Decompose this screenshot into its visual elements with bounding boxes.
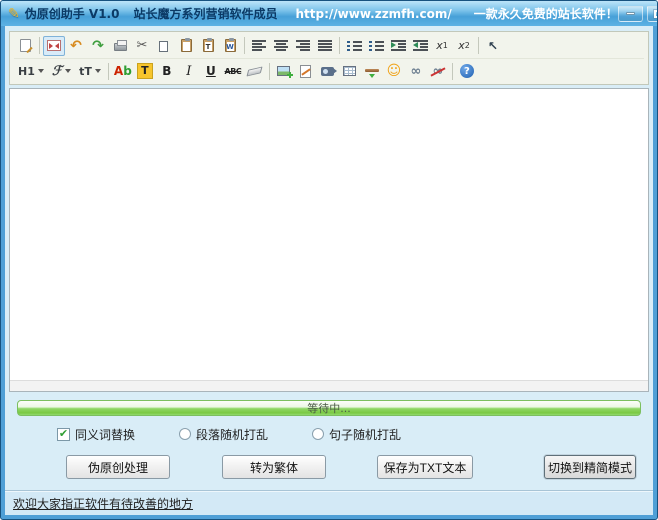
insert-image-icon[interactable] — [273, 61, 295, 81]
radio-unselected-icon — [179, 428, 191, 440]
toolbar-separator — [39, 37, 40, 54]
editor-area[interactable] — [9, 88, 649, 392]
app-url: http://www.zzmfh.com/ — [295, 7, 451, 21]
synonym-replace-checkbox[interactable]: ✔ 同义词替换 — [57, 426, 135, 443]
to-traditional-button[interactable]: 转为繁体 — [222, 455, 326, 479]
redo-icon[interactable]: ↷ — [87, 36, 109, 56]
insert-media-icon[interactable] — [317, 61, 339, 81]
page-shape — [20, 39, 31, 52]
checkbox-checked-icon: ✔ — [57, 428, 70, 441]
toolbar-separator — [244, 37, 245, 54]
copy-icon[interactable] — [153, 36, 175, 56]
toolbar-separator — [108, 63, 109, 80]
indent-icon[interactable] — [387, 36, 409, 56]
insert-link-icon[interactable]: ∞ — [405, 61, 427, 81]
insert-hr-icon[interactable] — [361, 61, 383, 81]
sentence-shuffle-label: 句子随机打乱 — [329, 426, 401, 443]
save-txt-button[interactable]: 保存为TXT文本 — [377, 455, 473, 479]
client-area: ↶ ↷ ✂ T W x1 x2 ↖ — [5, 26, 653, 515]
options-row: ✔ 同义词替换 段落随机打乱 句子随机打乱 — [9, 422, 649, 446]
toolbar-row-1: ↶ ↷ ✂ T W x1 x2 ↖ — [14, 33, 644, 58]
print-icon[interactable] — [109, 36, 131, 56]
progress-status-text: 等待中... — [307, 400, 351, 416]
undo-icon[interactable]: ↶ — [65, 36, 87, 56]
toolbar-separator — [339, 37, 340, 54]
align-center-icon[interactable] — [270, 36, 292, 56]
toolbar-separator — [478, 37, 479, 54]
insert-flash-icon[interactable] — [295, 61, 317, 81]
paste-as-text-icon[interactable]: T — [197, 36, 219, 56]
app-window: ✎ 伪原创助手 V1.0 站长魔方系列营销软件成员 http://www.zzm… — [0, 0, 658, 520]
paragraph-shuffle-radio[interactable]: 段落随机打乱 — [179, 426, 268, 443]
select-cursor-icon[interactable]: ↖ — [482, 36, 504, 56]
paragraph-shuffle-label: 段落随机打乱 — [196, 426, 268, 443]
window-controls: × — [618, 6, 658, 22]
app-title: 伪原创助手 V1.0 — [25, 5, 120, 22]
pencil-app-icon: ✎ — [8, 6, 20, 22]
font-family-dropdown[interactable]: ℱ — [48, 61, 75, 81]
superscript-icon[interactable]: x2 — [453, 36, 475, 56]
crop-marks-toggle-icon[interactable] — [43, 36, 65, 56]
app-slogan: 一款永久免费的站长软件！ — [474, 5, 618, 22]
bold-icon[interactable]: B — [156, 61, 178, 81]
unordered-list-icon[interactable] — [365, 36, 387, 56]
font-color-icon[interactable]: Ab — [112, 61, 134, 81]
chevron-down-icon — [65, 69, 71, 73]
new-document-icon[interactable] — [14, 36, 36, 56]
remove-format-icon[interactable] — [244, 61, 266, 81]
action-buttons-row: 伪原创处理 转为繁体 保存为TXT文本 切换到精简模式 — [9, 452, 649, 482]
maximize-button[interactable] — [647, 6, 658, 22]
italic-icon[interactable]: I — [178, 61, 200, 81]
process-button[interactable]: 伪原创处理 — [66, 455, 170, 479]
outdent-icon[interactable] — [409, 36, 431, 56]
ordered-list-icon[interactable] — [343, 36, 365, 56]
toolbar-separator — [452, 63, 453, 80]
titlebar: ✎ 伪原创助手 V1.0 站长魔方系列营销软件成员 http://www.zzm… — [1, 1, 657, 26]
strikethrough-icon[interactable]: ABC — [222, 61, 244, 81]
sentence-shuffle-radio[interactable]: 句子随机打乱 — [312, 426, 401, 443]
chevron-down-icon — [95, 69, 101, 73]
emoticon-icon[interactable]: ☺ — [383, 61, 405, 81]
synonym-replace-label: 同义词替换 — [75, 426, 135, 443]
font-size-dropdown[interactable]: tT — [75, 61, 105, 81]
remove-link-icon[interactable]: ∞ — [427, 61, 449, 81]
subscript-icon[interactable]: x1 — [431, 36, 453, 56]
align-left-icon[interactable] — [248, 36, 270, 56]
toolbar-separator — [269, 63, 270, 80]
help-icon[interactable]: ? — [456, 61, 478, 81]
chevron-down-icon — [38, 69, 44, 73]
insert-table-icon[interactable] — [339, 61, 361, 81]
radio-unselected-icon — [312, 428, 324, 440]
highlight-icon[interactable]: T — [134, 61, 156, 81]
underline-icon[interactable]: U — [200, 61, 222, 81]
minimize-button[interactable] — [618, 6, 643, 22]
app-subtitle: 站长魔方系列营销软件成员 — [133, 5, 277, 22]
paste-icon[interactable] — [175, 36, 197, 56]
editor-toolbar: ↶ ↷ ✂ T W x1 x2 ↖ — [9, 31, 649, 85]
toolbar-row-2: H1 ℱ tT Ab T B I U ABC ☺ ∞ ∞ — [14, 58, 644, 83]
marks-shape — [47, 40, 61, 51]
align-right-icon[interactable] — [292, 36, 314, 56]
maximize-icon — [654, 10, 658, 18]
paste-from-word-icon[interactable]: W — [219, 36, 241, 56]
cut-icon[interactable]: ✂ — [131, 36, 153, 56]
heading-style-dropdown[interactable]: H1 — [14, 61, 48, 81]
progress-bar: 等待中... — [17, 400, 641, 416]
switch-mode-button[interactable]: 切换到精简模式 — [544, 455, 636, 479]
minimize-icon — [626, 12, 635, 15]
align-justify-icon[interactable] — [314, 36, 336, 56]
status-bar: 欢迎大家指正软件有待改善的地方 — [5, 490, 653, 515]
feedback-link[interactable]: 欢迎大家指正软件有待改善的地方 — [13, 495, 193, 512]
